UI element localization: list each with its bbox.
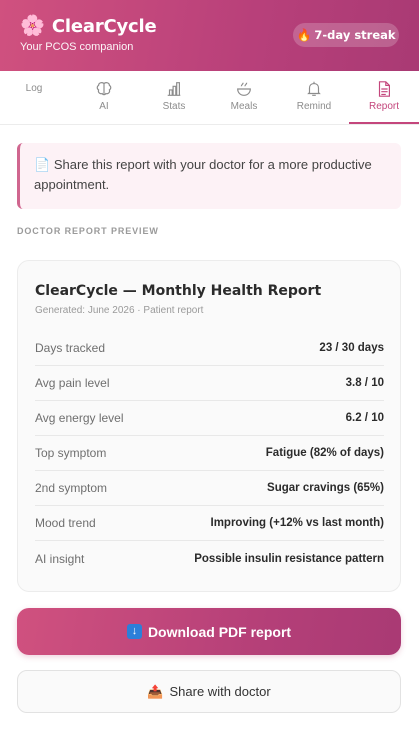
row-value: 23 / 30 days bbox=[319, 342, 384, 354]
row-value: Possible insulin resistance pattern bbox=[194, 552, 384, 565]
app-header: 🌸 ClearCycle Your PCOS companion 🔥 7-day… bbox=[0, 0, 419, 71]
info-notice: 📄 Share this report with your doctor for… bbox=[17, 143, 401, 209]
report-row: AI insight Possible insulin resistance p… bbox=[35, 541, 384, 576]
outbox-tray-icon: 📤 bbox=[147, 683, 164, 699]
tab-report[interactable]: Report bbox=[349, 71, 419, 124]
row-value: Sugar cravings (65%) bbox=[267, 482, 384, 494]
report-row: Avg pain level 3.8 / 10 bbox=[35, 366, 384, 401]
row-value: 3.8 / 10 bbox=[345, 377, 384, 389]
report-row: Mood trend Improving (+12% vs last month… bbox=[35, 506, 384, 541]
download-pdf-button[interactable]: ↓ Download PDF report bbox=[17, 608, 401, 655]
bowl-icon bbox=[237, 82, 251, 96]
report-subtitle: Generated: June 2026 · Patient report bbox=[35, 305, 204, 316]
tab-meals[interactable]: Meals bbox=[213, 71, 275, 124]
tab-log-label: Log bbox=[25, 83, 43, 94]
row-label: AI insight bbox=[35, 551, 85, 566]
row-label: Avg energy level bbox=[35, 411, 124, 425]
share-with-doctor-button[interactable]: 📤 Share with doctor bbox=[17, 670, 401, 713]
row-label: Avg pain level bbox=[35, 376, 110, 390]
row-label: Top symptom bbox=[35, 446, 107, 460]
download-arrow-icon: ↓ bbox=[126, 624, 142, 639]
report-title: ClearCycle — Monthly Health Report bbox=[35, 283, 322, 299]
section-label: Doctor report preview bbox=[17, 226, 159, 236]
tab-stats-label: Stats bbox=[162, 101, 186, 112]
report-preview-card: ClearCycle — Monthly Health Report Gener… bbox=[17, 260, 401, 592]
report-row: Top symptom Fatigue (82% of days) bbox=[35, 436, 384, 471]
download-label: Download PDF report bbox=[147, 623, 292, 640]
tab-ai[interactable]: AI bbox=[73, 71, 135, 124]
tab-ai-label: AI bbox=[99, 101, 109, 112]
tab-stats[interactable]: Stats bbox=[143, 71, 205, 124]
row-value: 6.2 / 10 bbox=[345, 412, 384, 424]
row-label: Mood trend bbox=[35, 516, 96, 530]
row-label: Days tracked bbox=[35, 341, 106, 355]
tab-log[interactable]: Log bbox=[3, 71, 65, 124]
report-rows: Days tracked 23 / 30 days Avg pain level… bbox=[35, 331, 384, 576]
flower-logo-icon: 🌸 bbox=[20, 15, 45, 37]
app-tagline: Your PCOS companion bbox=[20, 41, 134, 53]
notice-text: Share this report with your doctor for a… bbox=[34, 157, 372, 192]
row-value: Improving (+12% vs last month) bbox=[210, 517, 385, 529]
tab-remind-label: Remind bbox=[296, 101, 332, 112]
tab-meals-label: Meals bbox=[230, 101, 258, 112]
report-row: Avg energy level 6.2 / 10 bbox=[35, 401, 384, 436]
share-label: Share with doctor bbox=[169, 684, 271, 699]
brand: 🌸 ClearCycle bbox=[20, 15, 157, 37]
report-row: Days tracked 23 / 30 days bbox=[35, 331, 384, 366]
report-row: 2nd symptom Sugar cravings (65%) bbox=[35, 471, 384, 506]
document-icon bbox=[378, 81, 390, 97]
tab-remind[interactable]: Remind bbox=[283, 71, 345, 124]
bar-chart-icon bbox=[167, 82, 181, 96]
streak-label: 7-day streak bbox=[314, 28, 396, 42]
document-icon: 📄 bbox=[34, 157, 51, 172]
brain-icon bbox=[96, 82, 112, 96]
streak-badge: 🔥 7-day streak bbox=[293, 23, 399, 47]
bell-icon bbox=[307, 81, 321, 96]
row-value: Fatigue (82% of days) bbox=[265, 447, 384, 459]
tab-report-label: Report bbox=[368, 101, 399, 112]
fire-icon: 🔥 bbox=[296, 28, 312, 42]
app-name: ClearCycle bbox=[51, 15, 157, 37]
tab-bar: Log AI Stats Meals Remind Report bbox=[0, 71, 419, 125]
row-label: 2nd symptom bbox=[35, 481, 108, 495]
